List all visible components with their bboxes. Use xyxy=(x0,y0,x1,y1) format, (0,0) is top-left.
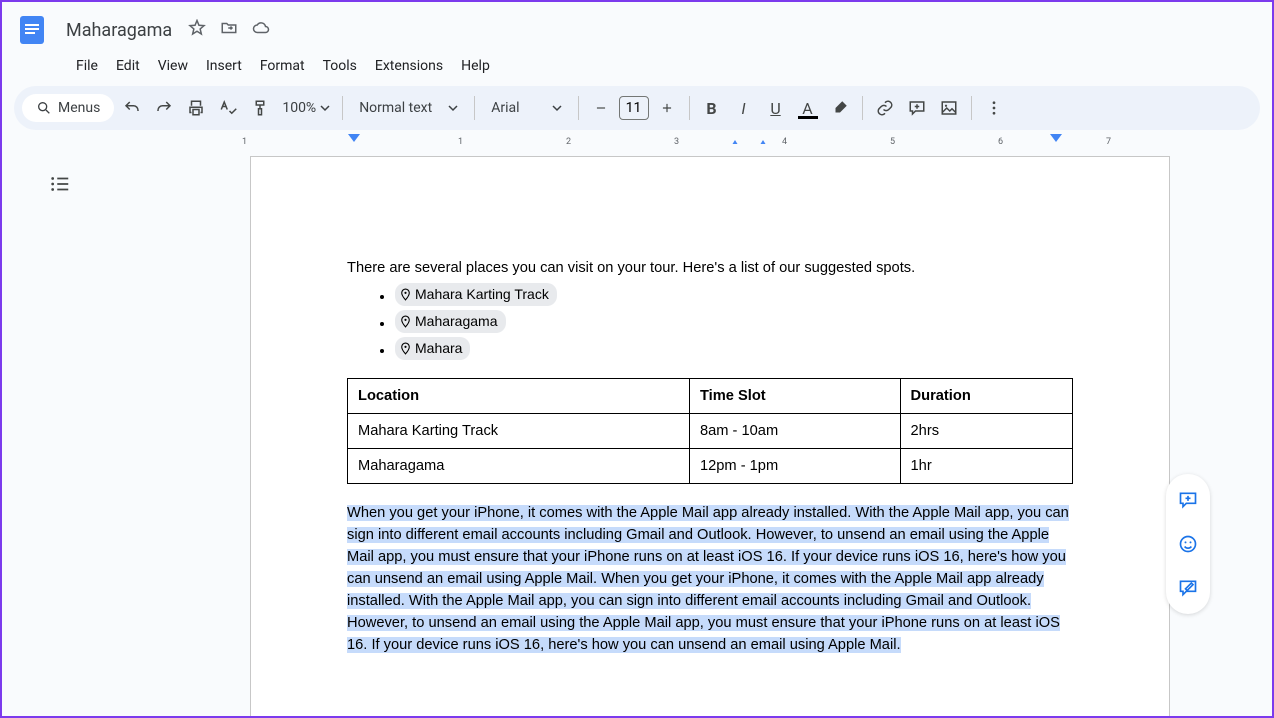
table-cell[interactable]: 2hrs xyxy=(900,414,1072,449)
italic-button[interactable]: I xyxy=(730,94,758,122)
emoji-reaction-button[interactable] xyxy=(1170,526,1206,562)
selected-text[interactable]: When you get your iPhone, it comes with … xyxy=(347,505,1069,653)
menubar: File Edit View Insert Format Tools Exten… xyxy=(14,52,1260,86)
more-button[interactable] xyxy=(980,94,1008,122)
menu-extensions[interactable]: Extensions xyxy=(367,54,451,78)
print-button[interactable] xyxy=(182,94,210,122)
chevron-down-icon xyxy=(552,103,562,113)
add-comment-button[interactable] xyxy=(903,94,931,122)
table-header[interactable]: Location xyxy=(348,379,690,414)
underline-button[interactable]: U xyxy=(762,94,790,122)
intro-paragraph[interactable]: There are several places you can visit o… xyxy=(347,257,1073,279)
separator xyxy=(971,96,972,120)
font-label: Arial xyxy=(491,100,519,116)
redo-button[interactable] xyxy=(150,94,178,122)
star-icon[interactable] xyxy=(188,19,206,41)
list-item[interactable]: Maharagama xyxy=(395,310,1073,335)
cloud-icon[interactable] xyxy=(252,19,270,41)
increase-font-button[interactable] xyxy=(653,94,681,122)
text-color-button[interactable]: A xyxy=(794,94,822,122)
docs-logo-icon[interactable] xyxy=(14,12,50,48)
table-header[interactable]: Duration xyxy=(900,379,1072,414)
highlight-button[interactable] xyxy=(826,94,854,122)
bold-button[interactable]: B xyxy=(698,94,726,122)
document-canvas: There are several places you can visit o… xyxy=(12,144,1262,716)
suggest-edits-button[interactable] xyxy=(1170,570,1206,606)
paint-format-button[interactable] xyxy=(246,94,274,122)
separator xyxy=(862,96,863,120)
table-cell[interactable]: 12pm - 1pm xyxy=(689,449,900,484)
paragraph-style-dropdown[interactable]: Normal text xyxy=(351,100,466,116)
toolbar: Menus 100% Normal text Arial 11 B I U A xyxy=(14,86,1260,130)
location-chip[interactable]: Mahara Karting Track xyxy=(395,283,557,306)
selected-paragraph[interactable]: When you get your iPhone, it comes with … xyxy=(347,502,1073,656)
table-header-row[interactable]: Location Time Slot Duration xyxy=(348,379,1073,414)
chevron-down-icon xyxy=(448,103,458,113)
add-comment-float-button[interactable] xyxy=(1170,482,1206,518)
document-page[interactable]: There are several places you can visit o… xyxy=(250,156,1170,716)
location-pin-icon xyxy=(399,288,412,301)
font-size-input[interactable]: 11 xyxy=(619,96,649,120)
location-chip[interactable]: Mahara xyxy=(395,337,470,360)
location-pin-icon xyxy=(399,315,412,328)
zoom-control[interactable]: 100% xyxy=(278,100,334,116)
location-pin-icon xyxy=(399,342,412,355)
list-item[interactable]: Mahara Karting Track xyxy=(395,283,1073,308)
table-cell[interactable]: 8am - 10am xyxy=(689,414,900,449)
list-item[interactable]: Mahara xyxy=(395,337,1073,362)
menus-search-label: Menus xyxy=(58,100,100,116)
table-cell[interactable]: Mahara Karting Track xyxy=(348,414,690,449)
app-header: Maharagama File Edit View Insert Format … xyxy=(2,2,1272,86)
schedule-table[interactable]: Location Time Slot Duration Mahara Karti… xyxy=(347,378,1073,484)
zoom-value: 100% xyxy=(282,100,316,116)
separator xyxy=(689,96,690,120)
document-content[interactable]: There are several places you can visit o… xyxy=(347,257,1073,656)
chevron-down-icon xyxy=(320,103,330,113)
menu-tools[interactable]: Tools xyxy=(315,54,365,78)
bullet-list[interactable]: Mahara Karting Track Maharagama Mahara xyxy=(347,283,1073,362)
separator xyxy=(342,96,343,120)
table-row[interactable]: Maharagama 12pm - 1pm 1hr xyxy=(348,449,1073,484)
font-dropdown[interactable]: Arial xyxy=(483,100,569,116)
font-size-control: 11 xyxy=(587,94,681,122)
table-cell[interactable]: Maharagama xyxy=(348,449,690,484)
move-icon[interactable] xyxy=(220,19,238,41)
document-title[interactable]: Maharagama xyxy=(60,18,178,43)
decrease-font-button[interactable] xyxy=(587,94,615,122)
table-cell[interactable]: 1hr xyxy=(900,449,1072,484)
menu-help[interactable]: Help xyxy=(453,54,498,78)
menu-insert[interactable]: Insert xyxy=(198,54,250,78)
title-icons xyxy=(188,19,270,41)
separator xyxy=(474,96,475,120)
location-chip[interactable]: Maharagama xyxy=(395,310,506,333)
outline-toggle-button[interactable] xyxy=(44,168,76,200)
spellcheck-button[interactable] xyxy=(214,94,242,122)
floating-tools xyxy=(1166,474,1210,614)
separator xyxy=(578,96,579,120)
title-row: Maharagama xyxy=(14,8,1260,52)
menu-edit[interactable]: Edit xyxy=(108,54,148,78)
menu-view[interactable]: View xyxy=(150,54,196,78)
table-header[interactable]: Time Slot xyxy=(689,379,900,414)
menus-search[interactable]: Menus xyxy=(22,94,114,122)
menu-file[interactable]: File xyxy=(68,54,106,78)
style-label: Normal text xyxy=(359,100,432,116)
menu-format[interactable]: Format xyxy=(252,54,313,78)
undo-button[interactable] xyxy=(118,94,146,122)
table-row[interactable]: Mahara Karting Track 8am - 10am 2hrs xyxy=(348,414,1073,449)
insert-image-button[interactable] xyxy=(935,94,963,122)
insert-link-button[interactable] xyxy=(871,94,899,122)
